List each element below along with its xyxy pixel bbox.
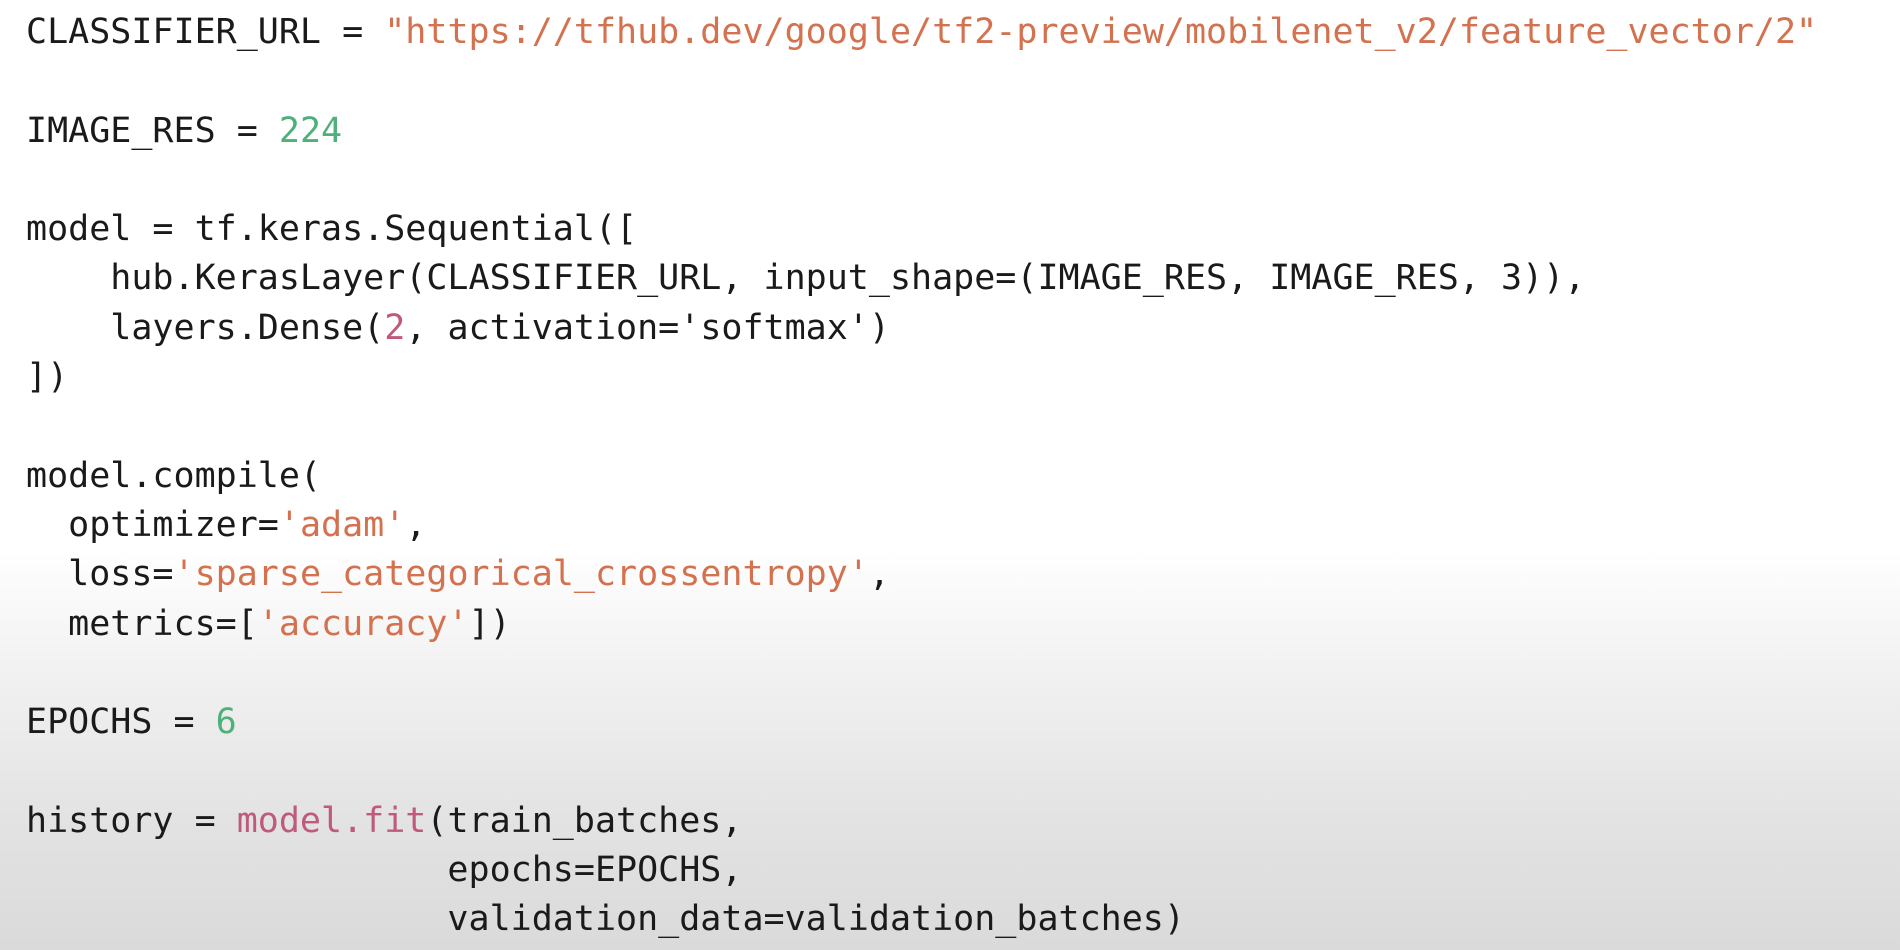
number-literal: 2 (384, 307, 406, 348)
code-text: history = (26, 800, 237, 841)
code-text: , (868, 554, 890, 595)
string-literal: "https://tfhub.dev/google/tf2-preview/mo… (384, 12, 1818, 52)
code-text: , (405, 504, 427, 545)
code-text: metrics=[ (26, 603, 258, 644)
code-line-loss: loss='sparse_categorical_crossentropy', (26, 550, 1817, 599)
code-line-metrics: metrics=['accuracy']) (26, 600, 1817, 649)
string-literal: 'sparse_categorical_crossentropy' (173, 554, 869, 595)
code-line-image-res: IMAGE_RES = 224 (26, 107, 1817, 156)
code-block: CLASSIFIER_URL = "https://tfhub.dev/goog… (26, 8, 1817, 945)
code-text: layers.Dense( (26, 307, 385, 348)
code-text: loss= (26, 554, 174, 595)
code-line-validation-data-arg: validation_data=validation_batches) (26, 899, 1185, 940)
function-call: model.fit (236, 800, 427, 841)
code-line-epochs: EPOCHS = 6 (26, 698, 1817, 747)
code-line-classifier-url: CLASSIFIER_URL = "https://tfhub.dev/goog… (26, 8, 1817, 57)
code-text: IMAGE_RES = (26, 110, 279, 151)
code-text: ]) (468, 603, 511, 644)
code-text: CLASSIFIER_URL = (26, 12, 385, 52)
number-literal: 6 (215, 702, 237, 743)
code-line-epochs-arg: epochs=EPOCHS, (26, 850, 743, 891)
number-literal: 224 (278, 110, 343, 151)
code-text: EPOCHS = (26, 702, 216, 743)
code-line-close-bracket: ]) (26, 357, 69, 398)
code-line-keras-layer: hub.KerasLayer(CLASSIFIER_URL, input_sha… (26, 258, 1586, 299)
code-line-model-sequential: model = tf.keras.Sequential([ (26, 209, 638, 250)
string-literal: 'adam' (278, 504, 406, 545)
string-literal: 'accuracy' (257, 603, 469, 644)
code-text: optimizer= (26, 504, 279, 545)
code-text: , activation='softmax') (405, 307, 890, 348)
code-line-history-fit: history = model.fit(train_batches, (26, 797, 1817, 846)
code-text: (train_batches, (426, 800, 743, 841)
code-line-model-compile: model.compile( (26, 455, 322, 496)
code-line-optimizer: optimizer='adam', (26, 501, 1817, 550)
code-line-dense-layer: layers.Dense(2, activation='softmax') (26, 304, 1817, 353)
